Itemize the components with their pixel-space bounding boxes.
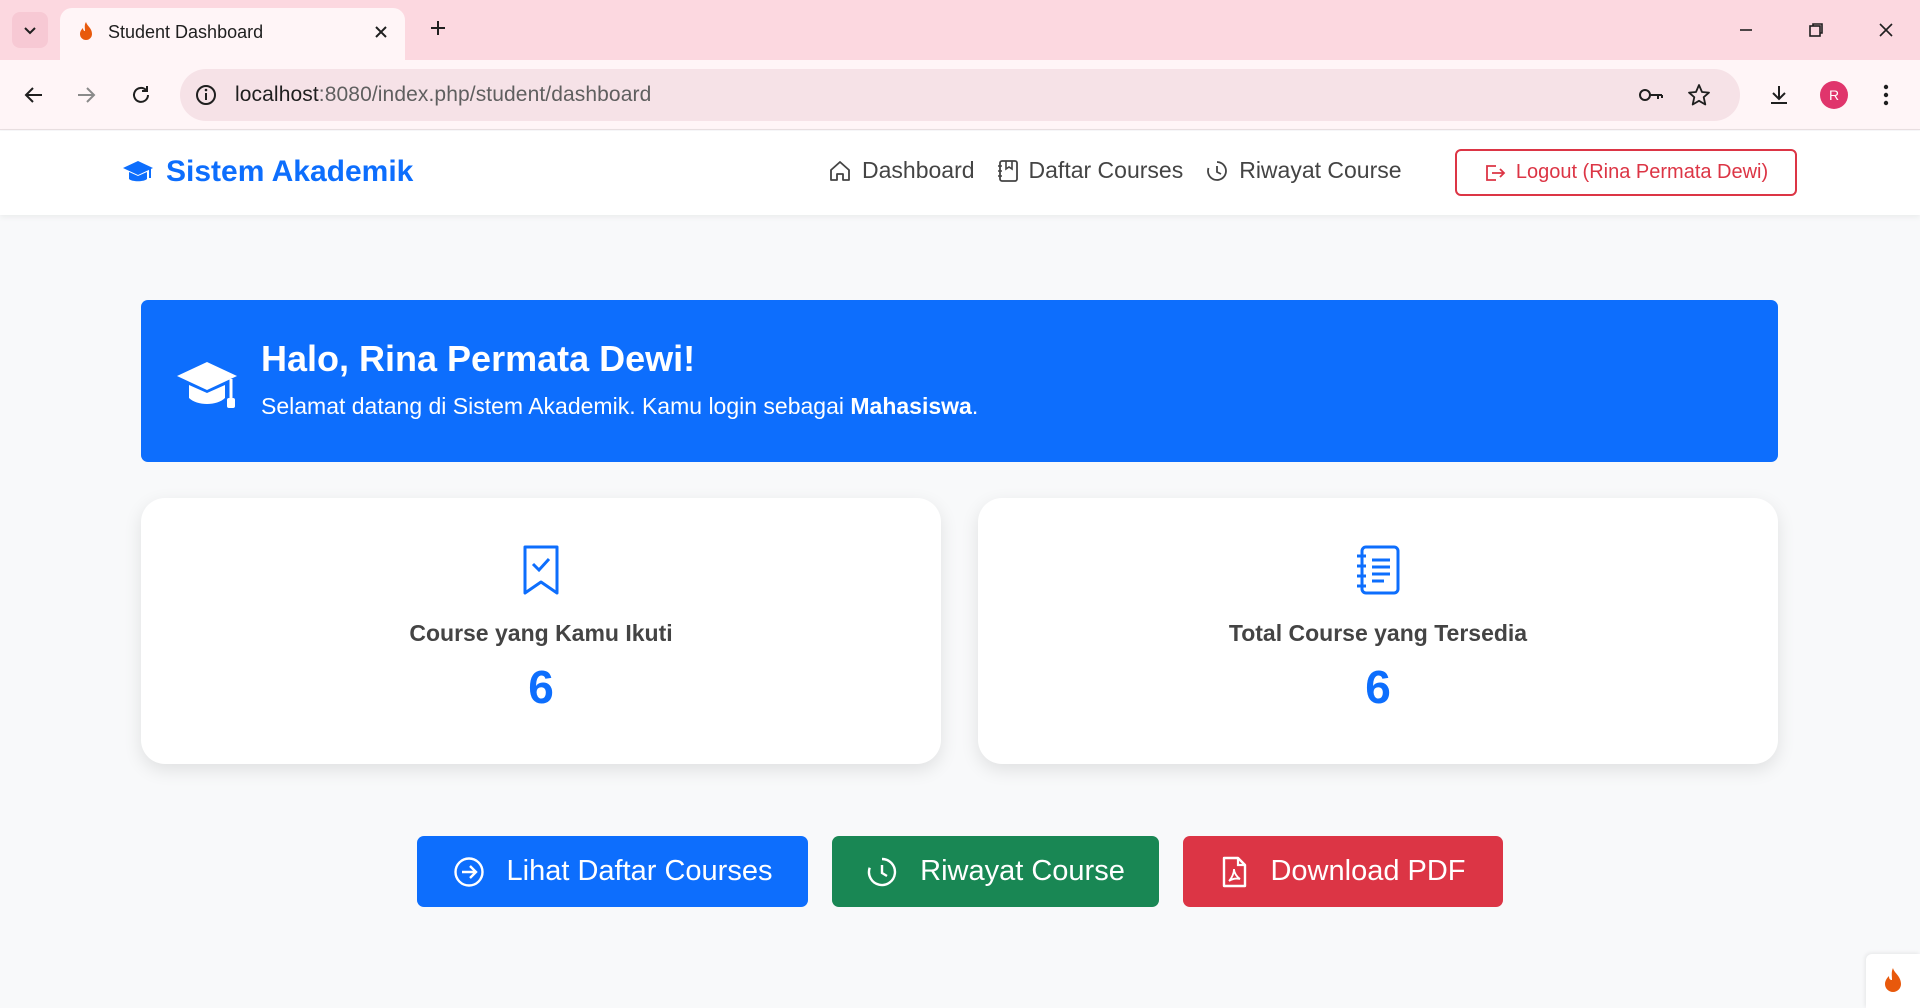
stat-card-enrolled: Course yang Kamu Ikuti 6: [141, 498, 941, 764]
journal-text-icon: [1357, 545, 1400, 595]
site-info-icon[interactable]: [194, 83, 218, 107]
stat-value: 6: [528, 661, 554, 713]
address-bar[interactable]: localhost:8080/index.php/student/dashboa…: [180, 69, 1740, 121]
welcome-subtitle-end: .: [971, 393, 979, 419]
mortarboard-icon: [123, 161, 153, 182]
profile-avatar[interactable]: R: [1820, 81, 1848, 109]
bookmark-check-icon: [523, 545, 559, 595]
url-text: localhost:8080/index.php/student/dashboa…: [235, 83, 651, 107]
minimize-icon: [1740, 29, 1752, 31]
stat-label: Total Course yang Tersedia: [1228, 620, 1528, 646]
reload-button[interactable]: [123, 77, 159, 113]
browser-toolbar: localhost:8080/index.php/student/dashboa…: [0, 60, 1920, 130]
download-pdf-button[interactable]: Download PDF: [1183, 836, 1503, 907]
logout-button[interactable]: Logout (Rina Permata Dewi): [1455, 149, 1797, 196]
url-host: localhost: [235, 83, 319, 106]
browser-menu-button[interactable]: [1868, 77, 1904, 113]
mortarboard-icon: [177, 362, 237, 408]
new-tab-button[interactable]: [424, 14, 452, 42]
tab-close-button[interactable]: [369, 20, 393, 44]
browser-tab-active[interactable]: Student Dashboard: [60, 8, 405, 60]
url-path: :8080/index.php/student/dashboard: [318, 83, 652, 106]
welcome-subtitle-text: Selamat datang di Sistem Akademik. Kamu …: [261, 393, 851, 419]
stat-label: Course yang Kamu Ikuti: [409, 620, 673, 646]
restore-button[interactable]: [1794, 12, 1838, 48]
view-courses-label: Lihat Daftar Courses: [506, 855, 773, 887]
brand-name: Sistem Akademik: [166, 155, 414, 188]
more-vertical-icon: [1883, 84, 1889, 106]
password-key-button[interactable]: [1637, 81, 1665, 109]
nav-daftar-courses-label: Daftar Courses: [1028, 157, 1184, 183]
flame-icon: [1885, 968, 1901, 992]
nav-dashboard-label: Dashboard: [862, 157, 975, 183]
logout-label: Logout (Rina Permata Dewi): [1515, 161, 1769, 183]
arrow-right-icon: [78, 87, 96, 103]
welcome-subtitle: Selamat datang di Sistem Akademik. Kamu …: [261, 393, 978, 420]
site-navbar: Sistem Akademik Dashboard Daftar Courses…: [0, 131, 1920, 215]
arrow-right-circle-icon: [453, 856, 484, 887]
chevron-down-icon: [24, 27, 36, 35]
browser-tabbar: Student Dashboard: [0, 0, 1920, 60]
nav-riwayat-course[interactable]: Riwayat Course: [1205, 157, 1402, 184]
download-icon: [1771, 86, 1787, 104]
minimize-button[interactable]: [1724, 12, 1768, 48]
file-pdf-icon: [1223, 856, 1247, 887]
stat-value: 6: [1365, 661, 1391, 713]
house-icon: [830, 160, 850, 181]
close-icon: [375, 26, 387, 38]
view-courses-button[interactable]: Lihat Daftar Courses: [417, 836, 808, 907]
bookmark-star-button[interactable]: [1685, 81, 1713, 109]
tab-title: Student Dashboard: [108, 22, 264, 42]
journal-bookmark-icon: [997, 159, 1018, 182]
flame-favicon-icon: [80, 22, 92, 40]
close-icon: [1879, 23, 1893, 37]
clock-history-icon: [867, 857, 897, 886]
restore-icon: [1809, 23, 1823, 37]
plus-icon: [431, 21, 445, 35]
stat-card-total: Total Course yang Tersedia 6: [978, 498, 1778, 764]
key-icon: [1639, 89, 1663, 101]
nav-daftar-courses[interactable]: Daftar Courses: [997, 157, 1184, 184]
reload-icon: [133, 86, 149, 103]
clock-history-icon: [1207, 160, 1228, 181]
course-history-label: Riwayat Course: [920, 855, 1125, 887]
user-role: Mahasiswa: [850, 393, 972, 419]
star-icon: [1688, 84, 1710, 106]
arrow-left-icon: [24, 87, 42, 103]
forward-button[interactable]: [68, 77, 104, 113]
nav-dashboard[interactable]: Dashboard: [828, 157, 975, 184]
downloads-button[interactable]: [1761, 77, 1797, 113]
download-pdf-label: Download PDF: [1270, 855, 1466, 887]
nav-links: Dashboard Daftar Courses Riwayat Course: [828, 157, 1402, 184]
tab-search-button[interactable]: [12, 12, 48, 48]
nav-riwayat-course-label: Riwayat Course: [1239, 157, 1402, 183]
back-button[interactable]: [16, 77, 52, 113]
welcome-title: Halo, Rina Permata Dewi!: [261, 338, 696, 379]
box-arrow-right-icon: [1485, 164, 1506, 181]
welcome-banner: Halo, Rina Permata Dewi! Selamat datang …: [141, 300, 1778, 462]
brand-link[interactable]: Sistem Akademik: [122, 155, 413, 189]
debug-toolbar-toggle[interactable]: [1866, 954, 1920, 1008]
course-history-button[interactable]: Riwayat Course: [832, 836, 1159, 907]
close-window-button[interactable]: [1864, 12, 1908, 48]
